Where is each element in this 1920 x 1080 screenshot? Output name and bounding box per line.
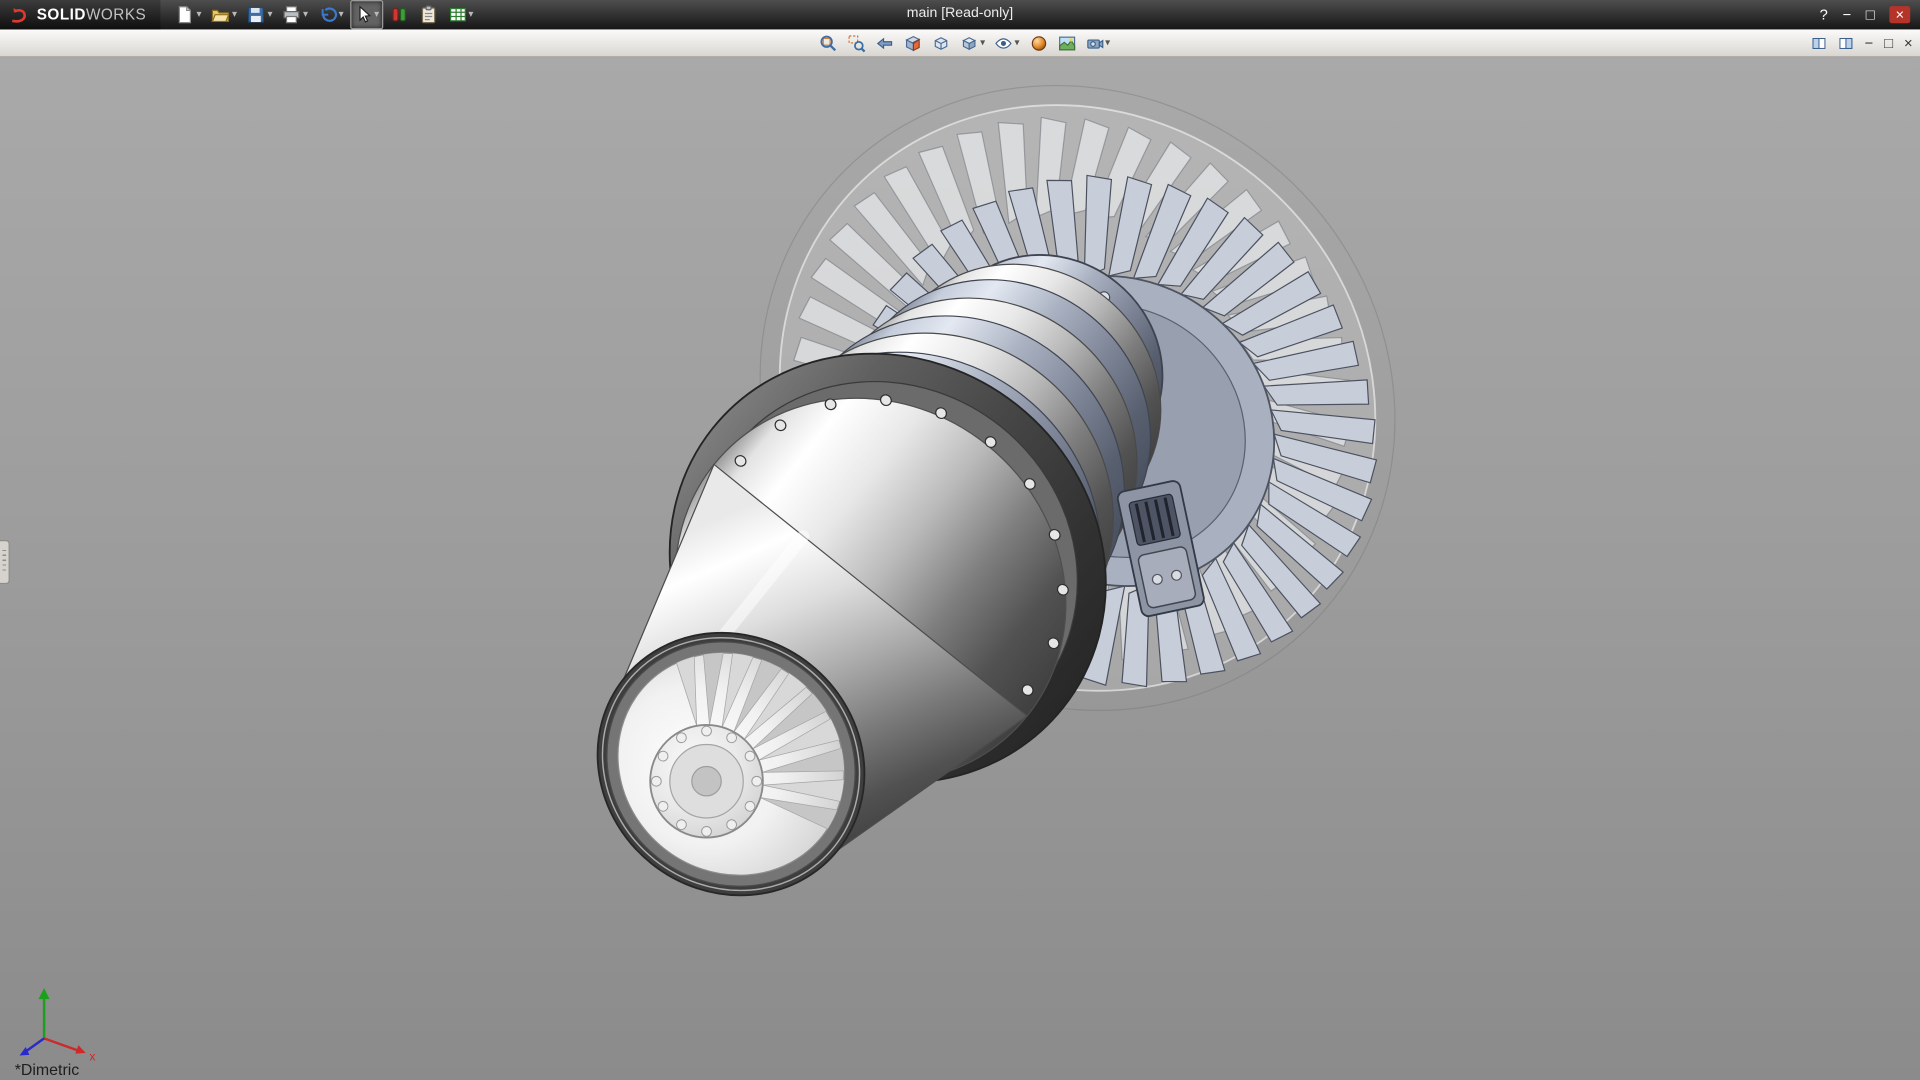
splined-shaft [650, 725, 763, 838]
dropdown-arrow-icon[interactable]: ▾ [374, 10, 379, 20]
section-view-icon [904, 34, 922, 52]
window-controls: ? − □ × [1820, 6, 1920, 23]
select-button[interactable]: ▾ [350, 0, 383, 29]
document-window-controls: − □ × [1811, 29, 1913, 56]
camera-icon [1086, 34, 1104, 52]
dropdown-arrow-icon[interactable]: ▾ [303, 10, 308, 20]
display-style-button[interactable]: ▾ [957, 29, 989, 56]
brand: SOLIDWORKS [0, 0, 161, 29]
dropdown-arrow-icon[interactable]: ▾ [468, 10, 473, 20]
new-button[interactable]: ▾ [172, 0, 205, 29]
solidworks-window: SOLIDWORKS ▾▾▾▾▾▾▾ main [Read-only] ? − … [0, 0, 1920, 1080]
apply-scene-button[interactable] [1054, 29, 1080, 56]
dropdown-arrow-icon[interactable]: ▾ [980, 38, 985, 48]
clipboard-icon [418, 5, 438, 25]
y-axis-arrow-icon [39, 988, 50, 999]
x-axis [44, 1038, 78, 1050]
print-icon [282, 5, 302, 25]
new-document-icon [176, 5, 196, 25]
graphics-viewport[interactable]: x *Dimetric [0, 56, 1920, 1080]
tile-right-icon[interactable] [1838, 35, 1854, 51]
brand-solid: SOLID [37, 6, 86, 23]
brand-works: WORKS [86, 6, 146, 23]
tile-left-icon[interactable] [1811, 35, 1827, 51]
close-button[interactable]: × [1889, 6, 1910, 23]
appearance-ball-icon [1029, 34, 1047, 52]
brand-text: SOLIDWORKS [37, 6, 147, 23]
dropdown-arrow-icon[interactable]: ▾ [196, 10, 201, 20]
document-minimize-button[interactable]: − [1865, 36, 1874, 51]
rebuild-button[interactable] [385, 0, 412, 29]
orientation-triad: x [12, 982, 115, 1063]
edit-appearance-button[interactable] [1026, 29, 1052, 56]
x-axis-label: x [89, 1049, 95, 1062]
maximize-button[interactable]: □ [1866, 7, 1875, 22]
engine-3d-scene[interactable] [0, 56, 1920, 1080]
scene-icon [1057, 34, 1075, 52]
hide-show-items-button[interactable]: ▾ [991, 29, 1023, 56]
dassault-systemes-logo-icon [7, 5, 31, 25]
save-button[interactable]: ▾ [243, 0, 276, 29]
open-folder-icon [211, 5, 231, 25]
previous-view-icon [876, 34, 894, 52]
zoom-to-area-button[interactable] [844, 29, 870, 56]
x-axis-arrow-icon [75, 1045, 85, 1054]
section-view-button[interactable] [901, 29, 927, 56]
zoom-to-fit-button[interactable] [816, 29, 842, 56]
zoom-fit-icon [820, 34, 838, 52]
select-cursor-icon [353, 5, 373, 25]
view-cube-icon [932, 34, 950, 52]
print-button[interactable]: ▾ [279, 0, 312, 29]
open-button[interactable]: ▾ [207, 0, 240, 29]
view-settings-button[interactable]: ▾ [1082, 29, 1114, 56]
file-properties-button[interactable] [415, 0, 442, 29]
previous-view-button[interactable] [872, 29, 898, 56]
zoom-area-icon [848, 34, 866, 52]
heads-up-view-toolbar: ▾ ▾ ▾ [0, 29, 1920, 57]
minimize-button[interactable]: − [1843, 7, 1852, 22]
document-close-button[interactable]: × [1904, 36, 1913, 51]
undo-button[interactable]: ▾ [314, 0, 347, 29]
dropdown-arrow-icon[interactable]: ▾ [1014, 38, 1019, 48]
main-toolbar: ▾ ▾ ▾ ▾ ▾ ▾ ▾ [161, 0, 478, 29]
eye-icon [995, 34, 1013, 52]
options-button[interactable]: ▾ [444, 0, 477, 29]
save-icon [247, 5, 267, 25]
undo-icon [318, 5, 338, 25]
rebuild-icon [389, 5, 409, 25]
dropdown-arrow-icon[interactable]: ▾ [339, 10, 344, 20]
dropdown-arrow-icon[interactable]: ▾ [268, 10, 273, 20]
view-orientation-label: *Dimetric [15, 1060, 80, 1078]
display-style-icon [961, 34, 979, 52]
dropdown-arrow-icon[interactable]: ▾ [232, 10, 237, 20]
view-orientation-button[interactable] [929, 29, 955, 56]
view-toolbar: ▾ ▾ ▾ [805, 29, 1115, 56]
document-restore-button[interactable]: □ [1884, 36, 1893, 51]
title-bar: SOLIDWORKS ▾▾▾▾▾▾▾ main [Read-only] ? − … [0, 0, 1920, 29]
help-button[interactable]: ? [1820, 7, 1828, 22]
table-icon [448, 5, 468, 25]
dropdown-arrow-icon[interactable]: ▾ [1105, 38, 1110, 48]
panel-collapse-handle[interactable] [0, 540, 10, 584]
z-axis [27, 1038, 44, 1050]
